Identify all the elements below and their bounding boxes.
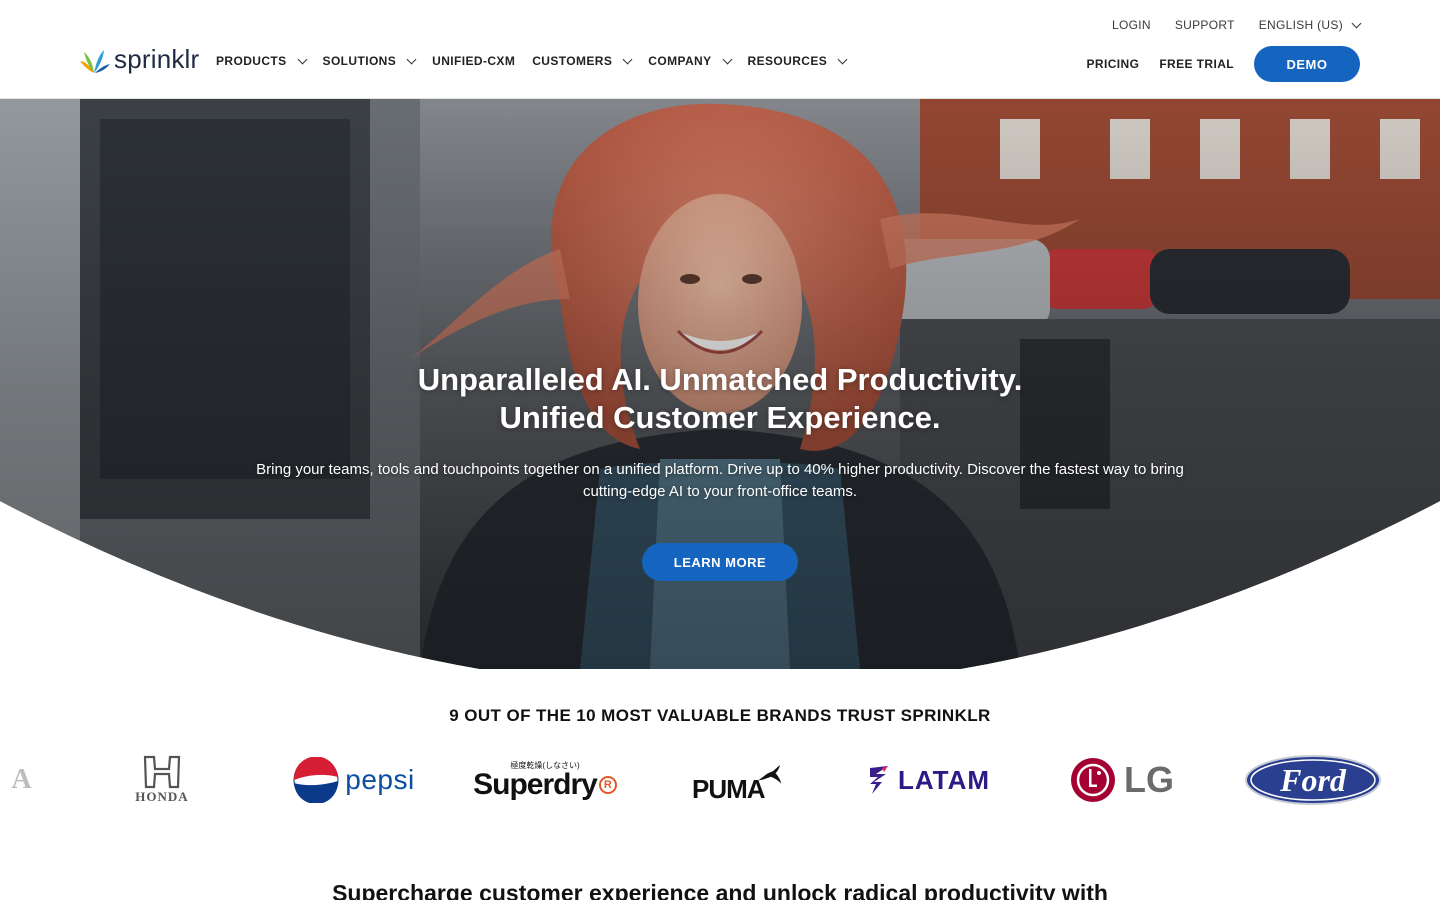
puma-cat-icon (757, 765, 781, 784)
brands-heading: 9 OUT OF THE 10 MOST VALUABLE BRANDS TRU… (449, 706, 991, 725)
hero-content: Unparalleled AI. Unmatched Productivity.… (0, 361, 1440, 581)
learn-more-button[interactable]: LEARN MORE (642, 543, 798, 581)
nav-item-unified-cxm[interactable]: UNIFIED-CXM (432, 54, 515, 68)
brand-logo-partial-text: A (11, 764, 33, 795)
chevron-down-icon (406, 54, 417, 64)
pepsi-globe-icon (293, 757, 339, 803)
honda-wordmark: HONDA (135, 789, 189, 804)
language-selector[interactable]: ENGLISH (US) (1259, 18, 1362, 32)
lg-face-icon (1071, 758, 1115, 802)
honda-h-icon (143, 755, 181, 789)
nav-item-resources[interactable]: RESOURCES (747, 54, 848, 68)
brand-logo-pepsi: pepsi (292, 748, 416, 812)
superdry-wordmark-row: Superdry R (473, 767, 617, 801)
support-link[interactable]: SUPPORT (1175, 18, 1235, 32)
language-label[interactable]: ENGLISH (US) (1259, 18, 1343, 32)
nav-item-label: SOLUTIONS (322, 54, 397, 68)
sprinklr-logo[interactable]: sprinklr (80, 44, 200, 75)
demo-button[interactable]: DEMO (1254, 46, 1360, 82)
site-header: LOGIN SUPPORT ENGLISH (US) sprinklr PROD… (0, 0, 1440, 99)
pricing-link[interactable]: PRICING (1087, 57, 1140, 71)
chevron-down-icon (1351, 18, 1362, 28)
chevron-down-icon (722, 54, 732, 64)
chevron-down-icon (297, 54, 307, 64)
nav-item-solutions[interactable]: SOLUTIONS (322, 54, 417, 68)
hero-title-line2: Unified Customer Experience. (499, 400, 941, 435)
superdry-wordmark: Superdry (473, 767, 598, 801)
brand-logo-latam: LATAM (858, 748, 1000, 812)
free-trial-link[interactable]: FREE TRIAL (1159, 57, 1234, 71)
nav-actions: PRICING FREE TRIAL DEMO (1087, 46, 1360, 82)
ford-wordmark: Ford (1280, 761, 1346, 798)
latam-mark-icon (869, 766, 888, 794)
brand-logo-puma: PUMA (692, 748, 782, 812)
brand-logo-partial: A (0, 748, 52, 812)
brand-logo-lg: LG (1068, 748, 1176, 812)
puma-wordmark: PUMA (692, 773, 766, 804)
chevron-down-icon (837, 54, 848, 64)
brand-logo-honda: HONDA (122, 748, 202, 812)
lg-wordmark: LG (1124, 759, 1174, 800)
hero-section: Unparalleled AI. Unmatched Productivity.… (0, 99, 1440, 669)
login-link[interactable]: LOGIN (1112, 18, 1151, 32)
utility-nav: LOGIN SUPPORT ENGLISH (US) (1112, 18, 1362, 32)
sprinklr-logo-icon (80, 50, 110, 73)
nav-item-label: PRODUCTS (216, 54, 287, 68)
chevron-down-icon (622, 54, 633, 64)
nav-item-label: CUSTOMERS (532, 54, 613, 68)
pepsi-wordmark: pepsi (345, 764, 415, 795)
nav-item-products[interactable]: PRODUCTS (216, 54, 307, 68)
hero-subtitle: Bring your teams, tools and touchpoints … (256, 461, 1184, 500)
nav-item-label: RESOURCES (747, 54, 828, 68)
brand-logo-ford: Ford (1244, 748, 1382, 812)
nav-item-label: COMPANY (648, 54, 712, 68)
main-nav: PRODUCTS SOLUTIONS UNIFIED-CXM CUSTOMERS… (216, 54, 848, 68)
latam-wordmark: LATAM (897, 764, 991, 795)
nav-item-company[interactable]: COMPANY (648, 54, 732, 68)
logo-wordmark: sprinklr (114, 44, 200, 74)
hero-title: Unparalleled AI. Unmatched Productivity.… (0, 361, 1440, 437)
section-heading: Supercharge customer experience and unlo… (332, 880, 1108, 900)
brand-logo-superdry: 極度乾燥(しなさい) Superdry R (473, 748, 617, 812)
hero-title-line1: Unparalleled AI. Unmatched Productivity. (417, 362, 1023, 397)
brand-logo-carousel: A HONDA pepsi 極度乾燥(しなさい) Superdry R PUMA (0, 748, 1440, 812)
registered-mark-icon: R (598, 775, 617, 794)
nav-item-label: UNIFIED-CXM (432, 54, 516, 68)
nav-item-customers[interactable]: CUSTOMERS (532, 54, 633, 68)
